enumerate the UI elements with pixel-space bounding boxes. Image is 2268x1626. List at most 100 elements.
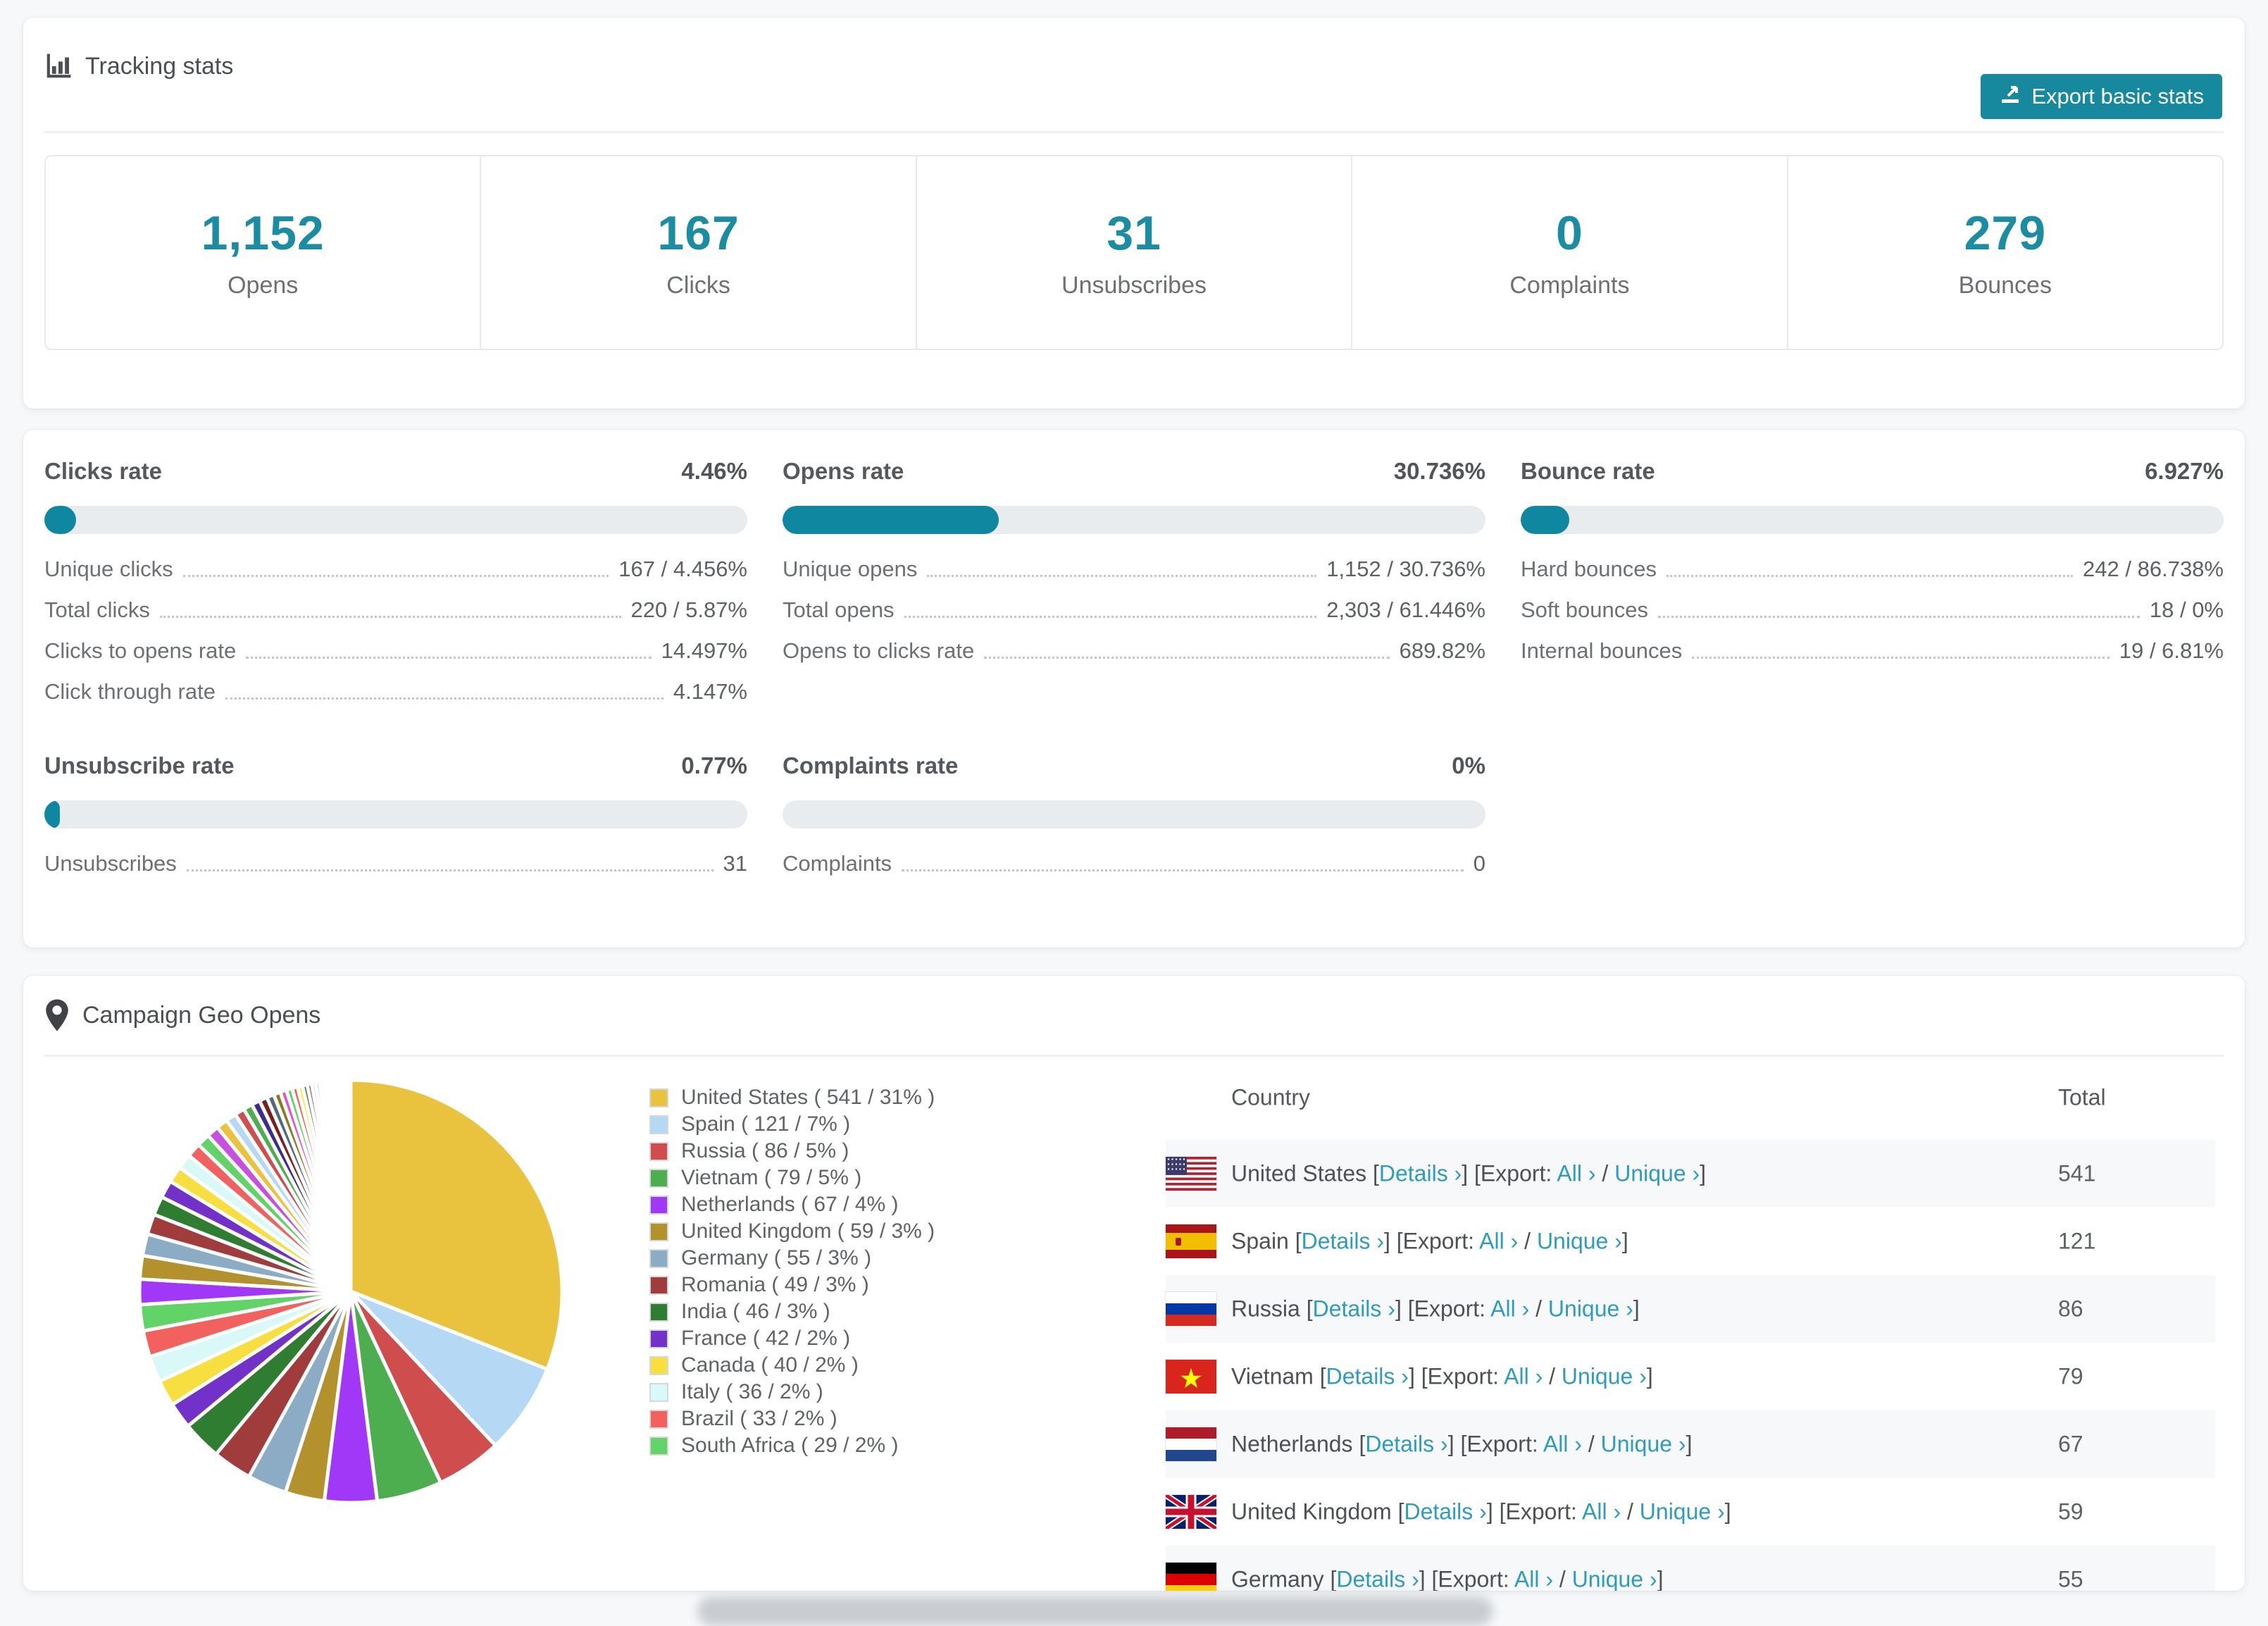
campaign-geo-opens-card: Campaign Geo Opens United States ( 541 /… — [23, 976, 2245, 1591]
legend-label: Canada ( 40 / 2% ) — [681, 1353, 859, 1377]
export-all-link[interactable]: All › — [1479, 1229, 1518, 1254]
export-icon — [1999, 82, 2021, 111]
rate-detail-row: Soft bounces 18 / 0% — [1521, 590, 2224, 631]
details-link[interactable]: Details › — [1313, 1296, 1395, 1322]
rate-detail-row: Unique opens 1,152 / 30.736% — [783, 550, 1485, 590]
stat-label: Bounces — [1958, 272, 2052, 299]
legend-label: Spain ( 121 / 7% ) — [681, 1112, 851, 1136]
export-unique-link[interactable]: Unique › — [1601, 1432, 1686, 1457]
details-link[interactable]: Details › — [1336, 1567, 1419, 1591]
rate-title: Complaints rate — [783, 752, 959, 778]
stat-cell-complaints: 0 Complaints — [1351, 156, 1786, 349]
details-link[interactable]: Details › — [1404, 1499, 1486, 1525]
stat-label: Opens — [228, 272, 299, 299]
export-unique-link[interactable]: Unique › — [1614, 1161, 1700, 1186]
rate-value: 0% — [1452, 752, 1485, 778]
flag-ru-icon — [1166, 1292, 1216, 1326]
export-unique-link[interactable]: Unique › — [1572, 1567, 1657, 1591]
details-link[interactable]: Details › — [1365, 1432, 1447, 1457]
export-unique-link[interactable]: Unique › — [1562, 1364, 1647, 1389]
rate-detail-label: Opens to clicks rate — [783, 638, 975, 663]
geo-table-row-united-kingdom: United Kingdom [Details ›] [Export: All … — [1166, 1478, 2215, 1546]
geo-row-total-cell: 541 — [2058, 1160, 2096, 1186]
horizontal-scrollbar-thumb[interactable] — [697, 1596, 1493, 1626]
geo-table-row-spain: Spain [Details ›] [Export: All › / Uniqu… — [1166, 1208, 2215, 1275]
rate-block-clicks-rate: Clicks rate 4.46% Unique clicks 167 / 4.456… — [44, 458, 747, 713]
rate-detail-row: Total clicks 220 / 5.87% — [44, 590, 747, 631]
legend-label: Vietnam ( 79 / 5% ) — [681, 1166, 862, 1189]
export-all-link[interactable]: All › — [1514, 1567, 1553, 1591]
header-divider — [44, 131, 2224, 133]
rates-grid: Clicks rate 4.46% Unique clicks 167 / 4.456… — [44, 458, 2224, 885]
slash-separator: / — [1529, 1296, 1548, 1322]
flag-us-icon — [1166, 1157, 1216, 1191]
export-unique-link[interactable]: Unique › — [1548, 1296, 1633, 1322]
legend-item-united-states: United States ( 541 / 31% ) — [649, 1084, 935, 1111]
dotted-leader — [225, 697, 663, 700]
rate-detail-label: Soft bounces — [1521, 597, 1648, 622]
export-unique-link[interactable]: Unique › — [1537, 1229, 1622, 1254]
dotted-leader — [1657, 616, 2140, 618]
slash-separator: / — [1581, 1431, 1601, 1457]
rate-block-complaints-rate: Complaints rate 0% Complaints 0 — [783, 752, 1485, 885]
rate-detail-value: 19 / 6.81% — [2119, 638, 2224, 663]
country-name: United Kingdom — [1231, 1498, 1398, 1525]
export-basic-stats-button[interactable]: Export basic stats — [1981, 74, 2222, 119]
legend-label: South Africa ( 29 / 2% ) — [681, 1434, 899, 1457]
rate-detail-label: Complaints — [783, 851, 892, 876]
rate-title: Opens rate — [783, 458, 904, 484]
legend-swatch — [649, 1141, 668, 1161]
flag-es-icon — [1166, 1224, 1216, 1258]
summary-stats-box: 1,152 Opens 167 Clicks 31 Unsubscribes 0 Compla… — [44, 155, 2224, 350]
legend-label: India ( 46 / 3% ) — [681, 1300, 830, 1323]
stat-cell-unsubscribes: 31 Unsubscribes — [915, 156, 1351, 349]
export-all-link[interactable]: All › — [1490, 1296, 1529, 1322]
details-link[interactable]: Details › — [1379, 1161, 1462, 1186]
rate-detail-value: 14.497% — [661, 638, 747, 663]
tracking-stats-title: Tracking stats — [44, 52, 233, 80]
rate-value: 0.77% — [681, 752, 747, 778]
country-name: Russia — [1231, 1296, 1307, 1322]
column-header-total: Total — [2058, 1084, 2106, 1110]
country-name: United States — [1231, 1160, 1373, 1186]
geo-table-row-vietnam: Vietnam [Details ›] [Export: All › / Uni… — [1166, 1343, 2215, 1410]
legend-swatch — [649, 1355, 668, 1375]
export-all-link[interactable]: All › — [1543, 1432, 1582, 1457]
export-all-link[interactable]: All › — [1504, 1364, 1543, 1389]
dotted-leader — [984, 657, 1390, 659]
stat-cell-bounces: 279 Bounces — [1786, 156, 2222, 349]
details-link[interactable]: Details › — [1326, 1364, 1409, 1389]
geo-table-header-row: Country Total — [1166, 1055, 2215, 1140]
tracking-stats-title-text: Tracking stats — [85, 52, 234, 80]
legend-item-south-africa: South Africa ( 29 / 2% ) — [649, 1432, 935, 1459]
geo-row-country-cell: Russia [Details ›] [Export: All › / Uniq… — [1231, 1296, 1640, 1322]
export-all-link[interactable]: All › — [1582, 1499, 1621, 1525]
rate-detail-value: 242 / 86.738% — [2083, 557, 2224, 581]
rate-progress-fill — [783, 506, 999, 534]
legend-swatch — [649, 1329, 668, 1348]
country-name: Germany — [1231, 1566, 1331, 1591]
legend-item-india: India ( 46 / 3% ) — [649, 1298, 935, 1325]
geo-card-title: Campaign Geo Opens — [44, 998, 320, 1032]
pie-slice-other[interactable] — [347, 1078, 353, 1293]
country-name: Netherlands — [1231, 1431, 1359, 1457]
rate-detail-row: Total opens 2,303 / 61.446% — [783, 590, 1485, 631]
legend-item-germany: Germany ( 55 / 3% ) — [649, 1245, 935, 1272]
export-unique-link[interactable]: Unique › — [1640, 1499, 1725, 1525]
page: { "accent": "#17899e", "tracking_card": … — [0, 0, 2268, 1626]
rate-block-bounce-rate: Bounce rate 6.927% Hard bounces 242 / 86.73… — [1521, 458, 2224, 713]
geo-row-total-cell: 67 — [2058, 1431, 2083, 1457]
rate-detail-value: 220 / 5.87% — [630, 597, 747, 622]
export-all-link[interactable]: All › — [1557, 1161, 1595, 1186]
rate-detail-value: 4.147% — [673, 679, 747, 704]
rate-title: Unsubscribe rate — [44, 752, 235, 778]
country-name: Vietnam — [1231, 1363, 1320, 1389]
geo-row-country-cell: Netherlands [Details ›] [Export: All › /… — [1231, 1432, 1692, 1458]
export-label: ] [Export: — [1486, 1498, 1582, 1525]
bracket: [ — [1319, 1363, 1326, 1389]
geo-opens-pie-chart — [132, 1073, 569, 1510]
export-button-label: Export basic stats — [2031, 84, 2204, 108]
bracket: ] — [1724, 1498, 1731, 1525]
details-link[interactable]: Details › — [1302, 1229, 1384, 1254]
rate-detail-row: Unique clicks 167 / 4.456% — [44, 550, 747, 590]
